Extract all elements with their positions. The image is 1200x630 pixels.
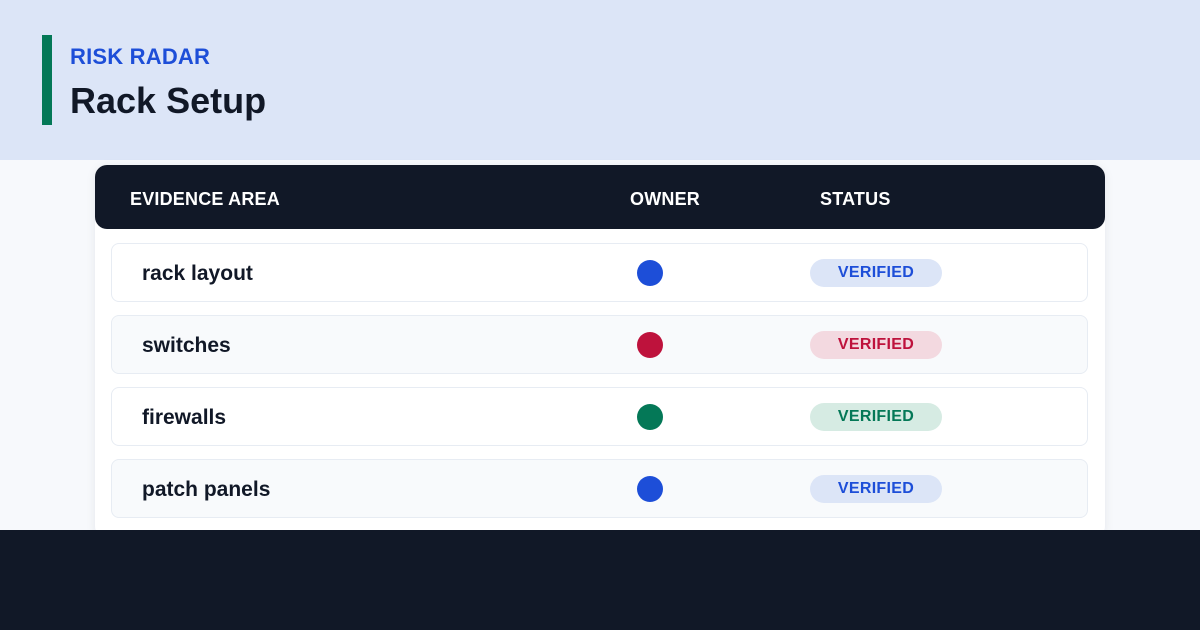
status-badge: VERIFIED [810, 475, 942, 503]
owner-avatar-dot[interactable] [637, 404, 663, 430]
status-badge: VERIFIED [810, 403, 942, 431]
table-header: EVIDENCE AREA OWNER STATUS [95, 165, 1105, 229]
page-header: RISK RADAR Rack Setup [0, 0, 1200, 160]
evidence-area-cell: firewalls [142, 406, 227, 429]
page-footer [0, 530, 1200, 630]
evidence-table: EVIDENCE AREA OWNER STATUS rack layout V… [95, 165, 1105, 538]
table-row[interactable]: switches VERIFIED [111, 315, 1088, 374]
table-row[interactable]: firewalls VERIFIED [111, 387, 1088, 446]
evidence-area-cell: rack layout [142, 262, 253, 285]
owner-avatar-dot[interactable] [637, 332, 663, 358]
accent-bar [42, 35, 52, 125]
column-header-owner[interactable]: OWNER [630, 189, 700, 210]
column-header-status[interactable]: STATUS [820, 189, 891, 210]
page-title: Rack Setup [70, 80, 267, 121]
owner-avatar-dot[interactable] [637, 260, 663, 286]
column-header-evidence-area[interactable]: EVIDENCE AREA [130, 189, 280, 210]
table-row[interactable]: patch panels VERIFIED [111, 459, 1088, 518]
table-row[interactable]: rack layout VERIFIED [111, 243, 1088, 302]
status-badge: VERIFIED [810, 259, 942, 287]
evidence-area-cell: patch panels [142, 478, 271, 501]
status-badge: VERIFIED [810, 331, 942, 359]
owner-avatar-dot[interactable] [637, 476, 663, 502]
evidence-area-cell: switches [142, 334, 231, 357]
eyebrow-label: RISK RADAR [70, 44, 211, 69]
